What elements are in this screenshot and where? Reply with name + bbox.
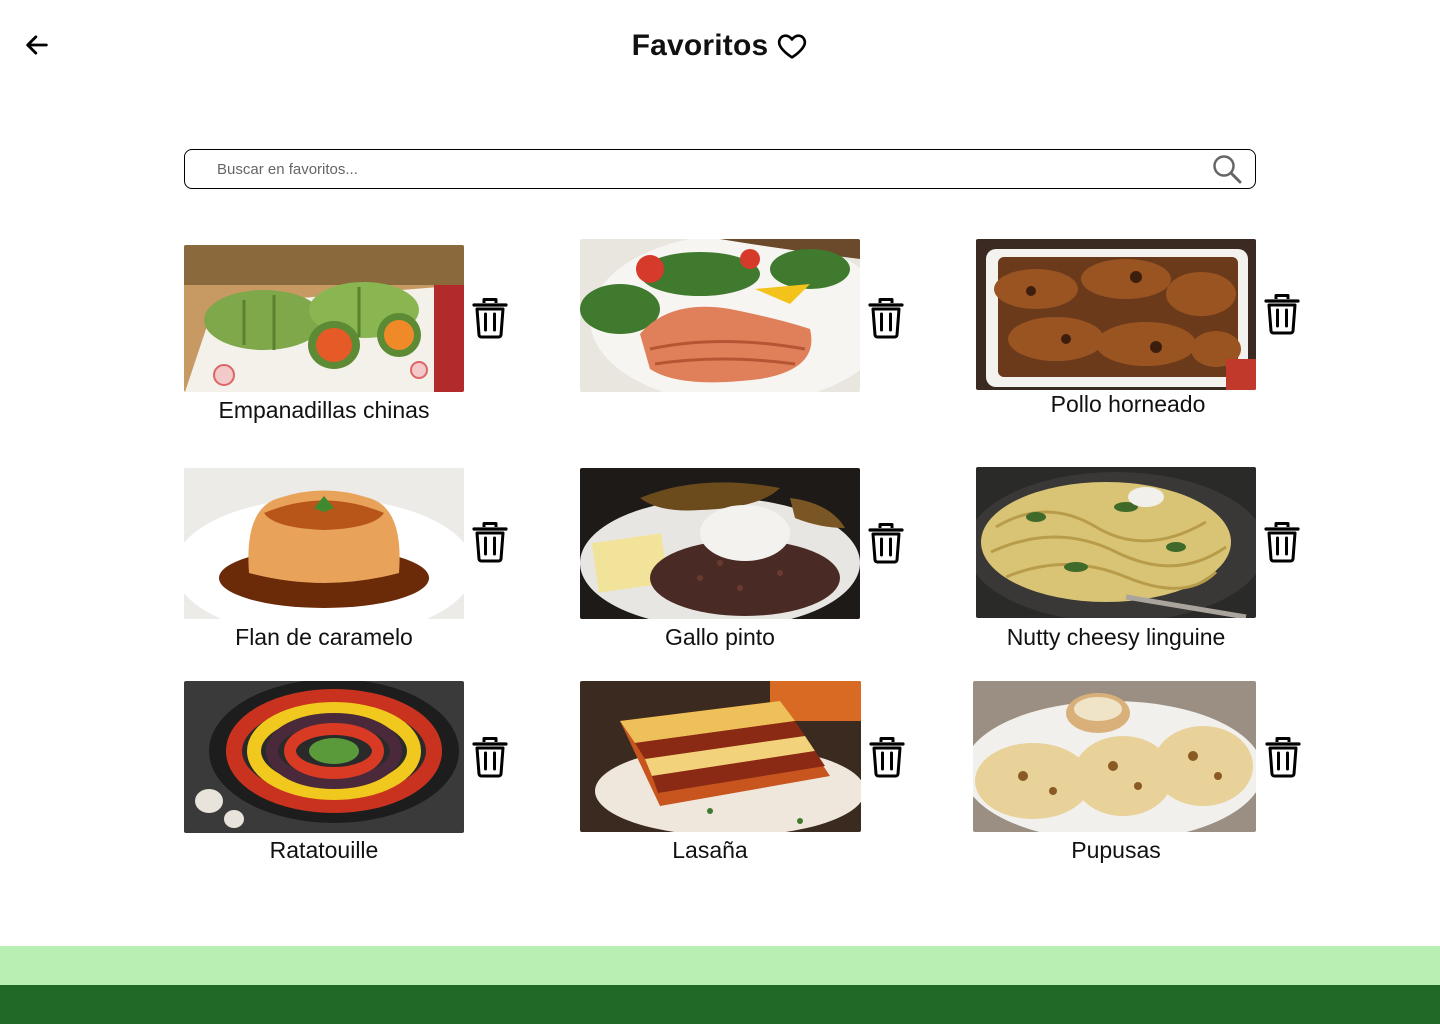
favorite-card: Flan de caramelo (184, 468, 534, 658)
page-title: Favoritos (631, 29, 769, 62)
recipe-name[interactable]: Nutty cheesy linguine (976, 624, 1256, 651)
recipe-name[interactable]: Pupusas (976, 837, 1256, 864)
recipe-name[interactable]: Empanadillas chinas (184, 397, 464, 424)
recipe-image[interactable] (184, 681, 464, 833)
delete-button[interactable] (868, 297, 904, 339)
delete-button[interactable] (1265, 736, 1301, 778)
favorite-card: Pollo horneado (976, 239, 1326, 429)
delete-button[interactable] (868, 522, 904, 564)
favorite-card: Ratatouille (184, 681, 534, 871)
favorite-card: Nutty cheesy linguine (976, 467, 1326, 657)
favorite-card: Lasaña (580, 681, 930, 871)
recipe-image[interactable] (184, 245, 464, 392)
recipe-name[interactable]: Pollo horneado (988, 391, 1268, 418)
delete-button[interactable] (472, 736, 508, 778)
footer-band-light (0, 946, 1440, 985)
search-input[interactable] (215, 153, 1179, 185)
search-bar (184, 149, 1256, 189)
recipe-image[interactable] (976, 239, 1256, 390)
recipe-name[interactable]: Ratatouille (184, 837, 464, 864)
header: Favoritos (0, 26, 1440, 66)
recipe-name[interactable]: Lasaña (570, 837, 850, 864)
delete-button[interactable] (1264, 521, 1300, 563)
favorite-card: Empanadillas chinas (184, 245, 534, 435)
delete-button[interactable] (472, 297, 508, 339)
recipe-image[interactable] (976, 467, 1256, 618)
footer-band-dark (0, 985, 1440, 1024)
delete-button[interactable] (1264, 293, 1300, 335)
recipe-image[interactable] (580, 681, 861, 832)
favorite-card: Pupusas (973, 681, 1323, 871)
recipe-name[interactable]: Flan de caramelo (184, 624, 464, 651)
recipe-image[interactable] (580, 239, 860, 392)
recipe-image[interactable] (973, 681, 1256, 832)
recipe-image[interactable] (580, 468, 860, 619)
delete-button[interactable] (472, 521, 508, 563)
search-icon[interactable] (1211, 153, 1243, 185)
recipe-name[interactable]: Gallo pinto (580, 624, 860, 651)
favorite-card: Gallo pinto (580, 468, 930, 658)
delete-button[interactable] (869, 736, 905, 778)
heart-icon (778, 34, 807, 59)
recipe-image[interactable] (184, 468, 464, 619)
favorite-card (580, 239, 930, 399)
